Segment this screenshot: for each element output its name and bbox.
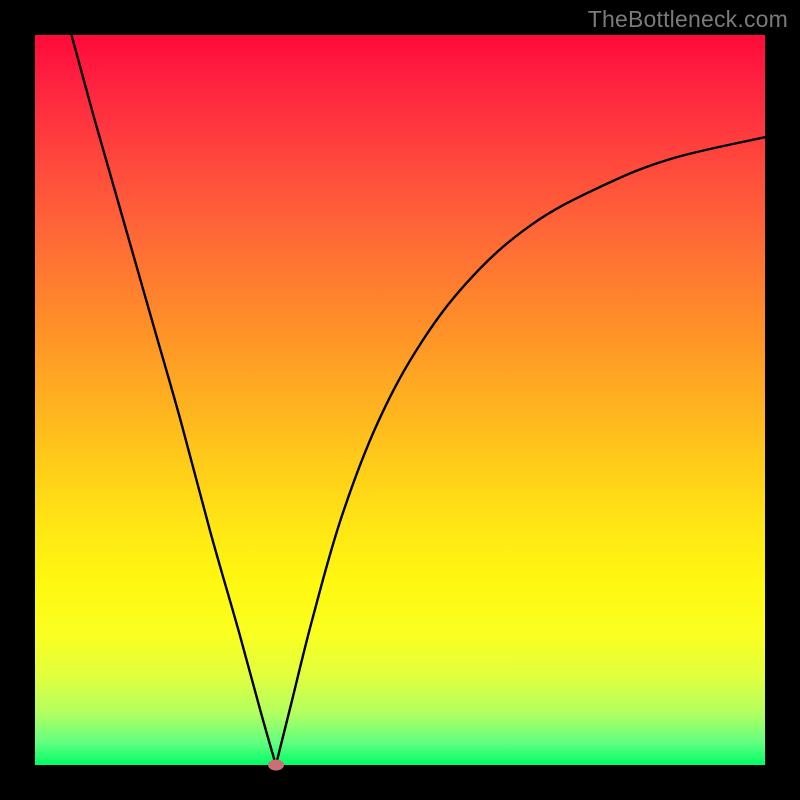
curve-svg	[35, 35, 765, 765]
curve-right-branch	[276, 137, 765, 765]
curve-left-branch	[72, 35, 276, 765]
watermark-text: TheBottleneck.com	[588, 6, 788, 33]
plot-area	[35, 35, 765, 765]
minimum-marker-icon	[268, 760, 284, 771]
